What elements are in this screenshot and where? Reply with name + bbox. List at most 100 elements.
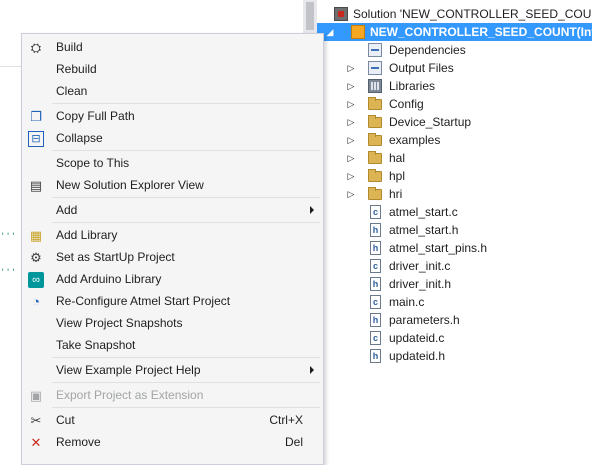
tree-item[interactable]: c driver_init.c	[317, 257, 592, 275]
folder-icon	[368, 151, 382, 164]
menu-item-take-snapshot[interactable]: Take Snapshot	[22, 334, 323, 356]
new-view-icon: ▤	[29, 178, 43, 193]
tree-item[interactable]: ▷ Device_Startup	[317, 113, 592, 131]
menu-item-label: Scope to This	[56, 156, 130, 170]
tree-item[interactable]: c updateid.c	[317, 329, 592, 347]
menu-item-clean[interactable]: Clean	[22, 80, 323, 102]
tree-item-solution[interactable]: Solution 'NEW_CONTROLLER_SEED_COUN	[317, 5, 592, 23]
tree-item[interactable]: Dependencies	[317, 41, 592, 59]
menu-item-label: Add Arduino Library	[56, 272, 162, 286]
menu-item-view-example-project-help[interactable]: View Example Project Help	[22, 359, 323, 381]
menu-separator	[52, 357, 320, 358]
menu-item-label: Clean	[56, 84, 88, 98]
tree-item[interactable]: c atmel_start.c	[317, 203, 592, 221]
menu-item-re-configure-atmel-start-project[interactable]: ◔ Re-Configure Atmel Start Project	[22, 290, 323, 312]
tree-item-project[interactable]: ◢ NEW_CONTROLLER_SEED_COUNT(Int	[317, 23, 592, 41]
menu-item-label: Rebuild	[56, 62, 97, 76]
tree-item[interactable]: h atmel_start.h	[317, 221, 592, 239]
menu-item-add-library[interactable]: ▦ Add Library	[22, 224, 323, 246]
collapse-arrow-icon[interactable]	[321, 5, 333, 23]
menu-item-label: Export Project as Extension	[56, 388, 204, 402]
expand-arrow-icon[interactable]: ▷	[345, 149, 357, 167]
menu-item-rebuild[interactable]: Rebuild	[22, 58, 323, 80]
menu-item-label: Take Snapshot	[56, 338, 136, 352]
tree-item[interactable]: ▷ hal	[317, 149, 592, 167]
tree-item[interactable]: ▷ Libraries	[317, 77, 592, 95]
h-file-icon: h	[370, 349, 381, 363]
menu-item-label: Re-Configure Atmel Start Project	[56, 294, 231, 308]
tree-item-label: Output Files	[389, 61, 454, 75]
tree-item-label: hpl	[389, 169, 406, 183]
folder-icon	[368, 187, 382, 200]
expand-arrow-icon[interactable]: ▷	[345, 77, 357, 95]
tree-item[interactable]: ▷ Config	[317, 95, 592, 113]
output-files-icon	[368, 61, 382, 75]
expand-arrow-icon[interactable]: ▷	[345, 113, 357, 131]
c-file-icon: c	[370, 259, 381, 273]
menu-item-cut[interactable]: ✂ Cut Ctrl+X	[22, 409, 323, 431]
folder-icon	[368, 133, 382, 146]
tree-item-label: parameters.h	[389, 313, 460, 327]
h-file-icon: h	[370, 241, 381, 255]
tree-item-label: Config	[389, 97, 424, 111]
expanded-arrow-icon[interactable]: ◢	[324, 23, 336, 41]
atmel-start-icon: ◔	[32, 294, 40, 309]
menu-item-label: Collapse	[56, 131, 103, 145]
tree-item-label: hri	[389, 187, 403, 201]
tree-item[interactable]: h updateid.h	[317, 347, 592, 365]
tree-item[interactable]: ▷ hri	[317, 185, 592, 203]
menu-item-export-project-as-extension: ▣ Export Project as Extension	[22, 384, 323, 406]
tree-item[interactable]: ▷ Output Files	[317, 59, 592, 77]
menu-item-label: Set as StartUp Project	[56, 250, 175, 264]
tree-item[interactable]: ▷ hpl	[317, 167, 592, 185]
expand-arrow-icon[interactable]: ▷	[345, 167, 357, 185]
menu-item-view-project-snapshots[interactable]: View Project Snapshots	[22, 312, 323, 334]
tree-item-label: Libraries	[389, 79, 436, 93]
tree-item[interactable]: h driver_init.h	[317, 275, 592, 293]
submenu-arrow-icon	[310, 366, 314, 374]
tree-item-label: examples	[389, 133, 441, 147]
tree-item[interactable]: ▷ examples	[317, 131, 592, 149]
tree-item[interactable]: h atmel_start_pins.h	[317, 239, 592, 257]
menu-item-add[interactable]: Add	[22, 199, 323, 221]
menu-item-label: Remove	[56, 435, 101, 449]
scissors-icon: ✂	[30, 413, 42, 428]
copy-icon: ❐	[30, 109, 42, 124]
h-file-icon: h	[370, 277, 381, 291]
tree-item-label: atmel_start.h	[389, 223, 459, 237]
tree-item[interactable]: h parameters.h	[317, 311, 592, 329]
menu-separator	[52, 150, 320, 151]
menu-item-build[interactable]: ⛭ Build	[22, 36, 323, 58]
build-icon: ⛭	[30, 40, 42, 55]
expand-arrow-icon[interactable]: ▷	[345, 59, 357, 77]
tree-item-label: atmel_start.c	[389, 205, 458, 219]
tree-item-label: Dependencies	[389, 43, 466, 57]
arduino-icon: ∞	[28, 272, 44, 288]
menu-item-label: Add	[56, 203, 78, 217]
tree-item-label: NEW_CONTROLLER_SEED_COUNT(Int	[370, 25, 592, 39]
tree-item-label: driver_init.c	[389, 259, 451, 273]
folder-icon	[368, 97, 382, 110]
menu-separator	[52, 222, 320, 223]
tree-item-label: main.c	[389, 295, 425, 309]
menu-item-new-solution-explorer-view[interactable]: ▤ New Solution Explorer View	[22, 174, 323, 196]
tree-item-label: driver_init.h	[389, 277, 452, 291]
menu-item-remove[interactable]: ✕ Remove Del	[22, 431, 323, 453]
expand-arrow-icon[interactable]: ▷	[345, 131, 357, 149]
menu-item-collapse[interactable]: ⊟ Collapse	[22, 127, 323, 149]
menu-item-scope-to-this[interactable]: Scope to This	[22, 152, 323, 174]
expand-arrow-icon[interactable]: ▷	[345, 185, 357, 203]
tree-item[interactable]: c main.c	[317, 293, 592, 311]
tree-item-label: Device_Startup	[389, 115, 472, 129]
menu-item-copy-full-path[interactable]: ❐ Copy Full Path	[22, 105, 323, 127]
submenu-arrow-icon	[310, 206, 314, 214]
solution-explorer: Solution 'NEW_CONTROLLER_SEED_COUN ◢ NEW…	[317, 0, 592, 458]
menu-item-add-arduino-library[interactable]: ∞ Add Arduino Library	[22, 268, 323, 290]
gear-icon: ⚙	[30, 250, 42, 265]
tree-item-label: atmel_start_pins.h	[389, 241, 488, 255]
scrollbar-thumb[interactable]	[306, 2, 314, 30]
menu-separator	[52, 197, 320, 198]
solution-icon	[334, 7, 348, 21]
menu-item-set-as-startup-project[interactable]: ⚙ Set as StartUp Project	[22, 246, 323, 268]
expand-arrow-icon[interactable]: ▷	[345, 95, 357, 113]
